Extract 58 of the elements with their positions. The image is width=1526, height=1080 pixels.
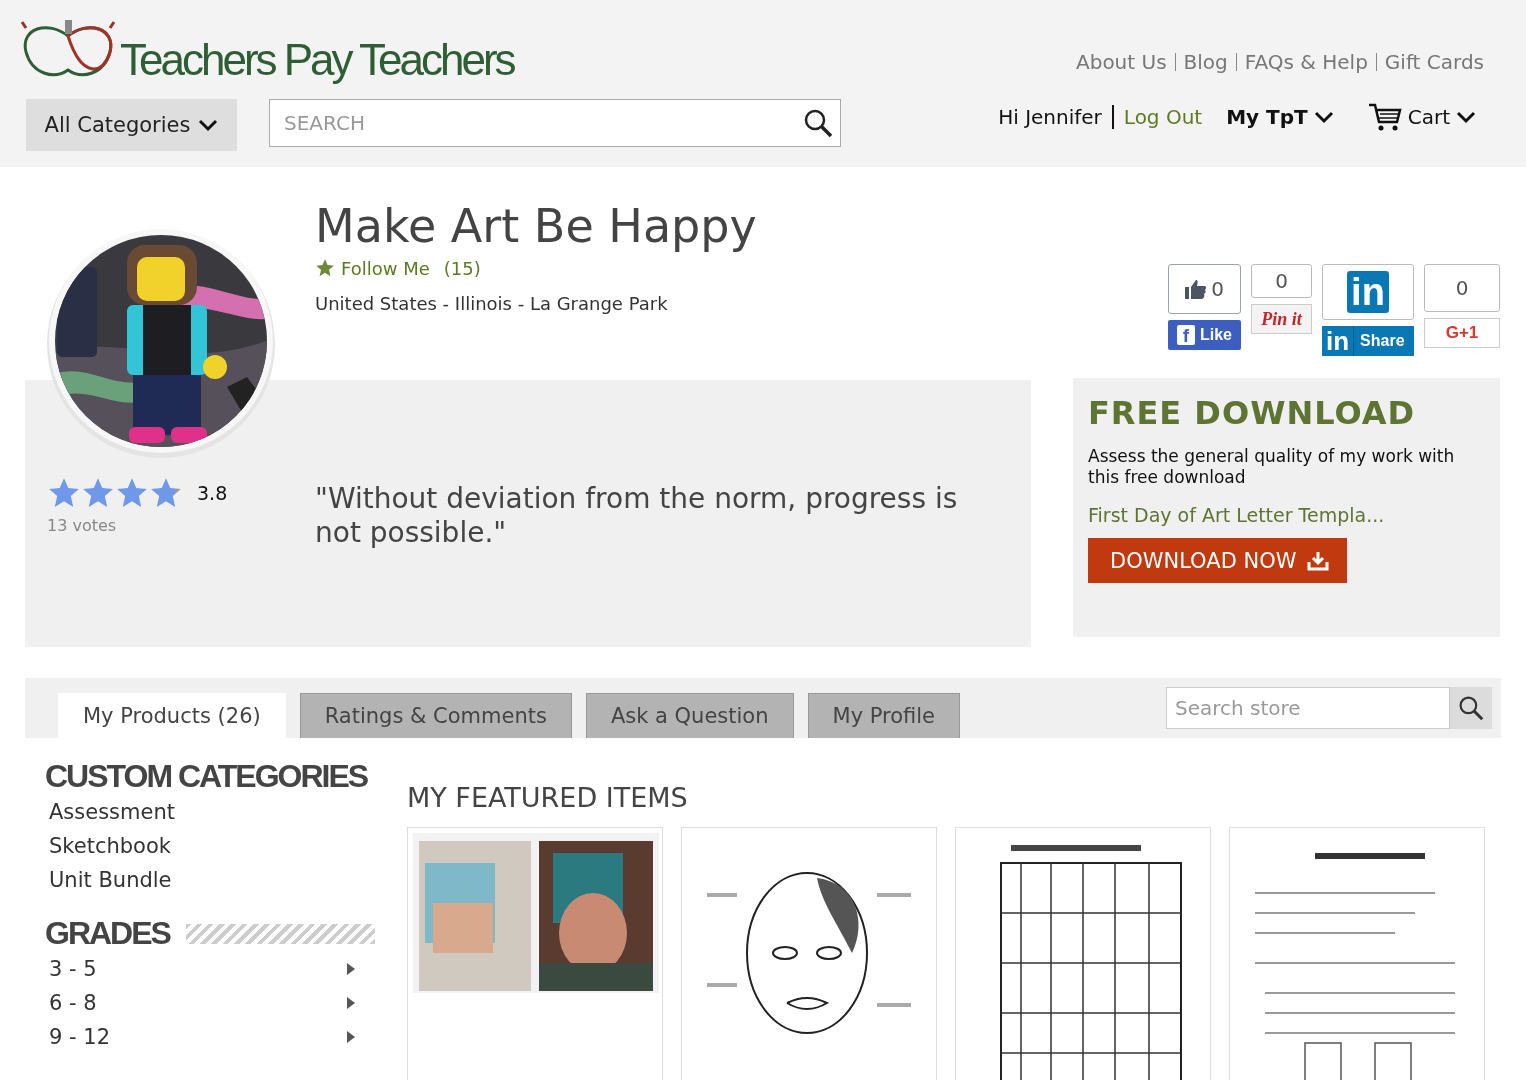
linkedin-share-button[interactable]: in Share — [1322, 326, 1414, 356]
triangle-right-icon — [347, 1031, 355, 1043]
store-tab[interactable]: My Profile — [807, 693, 961, 738]
triangle-right-icon — [347, 963, 355, 975]
header-link[interactable]: Blog — [1183, 50, 1228, 74]
product-link[interactable]: First Day of Art Letter Templa... — [1088, 504, 1486, 526]
sidebar-item[interactable]: Unit Bundle — [45, 863, 375, 897]
cart-icon — [1367, 102, 1402, 132]
store-name: Make Art Be Happy — [315, 201, 758, 252]
chevron-down-icon — [198, 118, 219, 132]
logout-link[interactable]: Log Out — [1123, 105, 1203, 129]
star-icon[interactable] — [315, 258, 335, 279]
download-button[interactable]: DOWNLOAD NOW — [1088, 538, 1347, 583]
triangle-right-icon — [347, 997, 355, 1009]
logo-text[interactable]: Teachers Pay Teachers — [120, 38, 514, 82]
section-title: MY FEATURED ITEMS — [407, 782, 689, 813]
thumbs-up-icon — [1185, 279, 1208, 299]
sidebar-item[interactable]: 3 - 5 — [45, 952, 375, 986]
download-icon — [1306, 550, 1329, 571]
google-plus-button[interactable]: G+1 — [1424, 318, 1500, 348]
header-link[interactable]: About Us — [1076, 50, 1167, 74]
greeting-text: Hi Jennifer — [998, 105, 1102, 129]
store-tab[interactable]: My Products (26) — [58, 693, 286, 738]
sidebar-heading: CUSTOM CATEGORIES — [45, 758, 368, 795]
plus-one-count: 0 — [1424, 264, 1500, 312]
follower-count: (15) — [443, 257, 481, 279]
header-link[interactable]: FAQs & Help — [1244, 50, 1368, 74]
rating-value: 3.8 — [197, 482, 228, 504]
my-tpt-menu[interactable]: My TpT — [1218, 105, 1342, 129]
sidebar-item[interactable]: Sketchbook — [45, 829, 375, 863]
vote-count: 13 votes — [47, 516, 118, 535]
panel-title: FREE DOWNLOAD — [1088, 394, 1417, 432]
panel-description: Assess the general quality of my work with this free download — [1088, 446, 1456, 488]
header-link[interactable]: Gift Cards — [1384, 50, 1484, 74]
facebook-like-button[interactable]: f Like — [1168, 320, 1241, 350]
search-icon[interactable] — [803, 108, 833, 138]
store-search-field[interactable]: Search store — [1166, 687, 1450, 729]
sidebar-item[interactable]: Assessment — [45, 795, 375, 829]
sidebar-heading: GRADES — [45, 915, 170, 952]
store-quote: "Without deviation from the norm, progress is not possible." — [315, 482, 959, 551]
pin-it-button[interactable]: Pin it — [1251, 304, 1312, 334]
follow-link[interactable]: Follow Me — [341, 257, 430, 279]
chevron-down-icon — [1456, 110, 1476, 124]
search-field[interactable]: SEARCH — [269, 99, 841, 147]
like-count: 0 — [1168, 264, 1241, 314]
store-tab[interactable]: Ask a Question — [585, 693, 794, 738]
store-tab[interactable]: Ratings & Comments — [299, 693, 572, 738]
location-text: United States - Illinois - La Grange Park — [315, 292, 669, 314]
chevron-down-icon — [1313, 110, 1334, 124]
product-card[interactable] — [407, 827, 663, 1080]
sidebar-item[interactable]: 6 - 8 — [45, 986, 375, 1020]
search-button[interactable] — [1450, 687, 1492, 729]
linkedin-logo: in — [1347, 271, 1389, 313]
search-icon — [1458, 695, 1484, 721]
sidebar-item[interactable]: 9 - 12 — [45, 1020, 375, 1054]
categories-button[interactable]: All Categories — [26, 99, 237, 151]
cart-menu[interactable]: Cart — [1359, 102, 1484, 132]
pin-count: 0 — [1251, 264, 1312, 298]
